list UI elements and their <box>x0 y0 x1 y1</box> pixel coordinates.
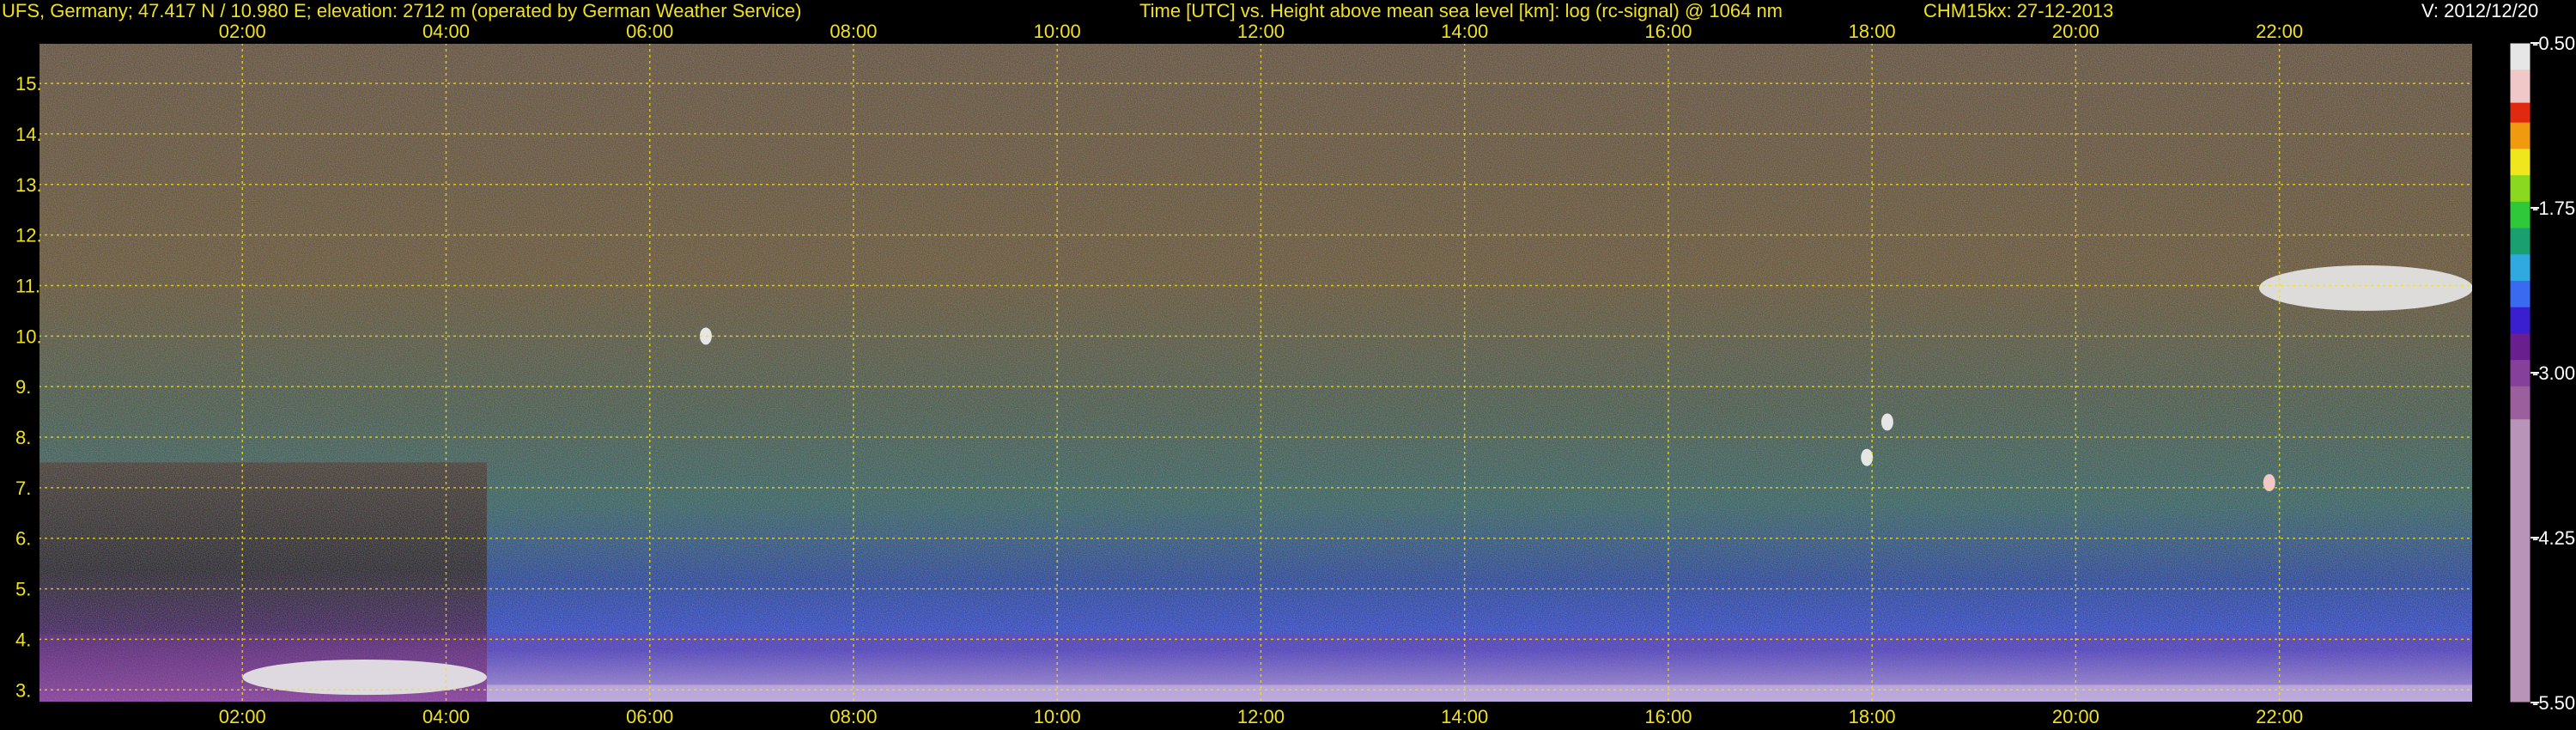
colorbar-segment <box>2510 386 2530 420</box>
colorbar-segment <box>2510 452 2530 703</box>
x-tick-label-top: 04:00 <box>422 21 470 42</box>
colorbar-tick-label: -0.50 <box>2532 33 2575 54</box>
y-tick-label: 12. <box>15 225 42 246</box>
colorbar-tick-label: -1.75 <box>2532 198 2575 219</box>
signal-noise <box>39 43 2473 703</box>
colorbar-segment <box>2510 332 2530 361</box>
x-tick-label-bottom: 04:00 <box>422 706 470 727</box>
colorbar-segment <box>2510 253 2530 281</box>
colorbar-tick-label: -3.00 <box>2532 362 2575 384</box>
x-tick-label-top: 10:00 <box>1034 21 1081 42</box>
x-tick-label-bottom: 14:00 <box>1441 706 1488 727</box>
x-tick-label-bottom: 08:00 <box>829 706 877 727</box>
y-tick-label: 9. <box>15 376 31 398</box>
colorbar-tick-label: -4.25 <box>2532 527 2575 549</box>
x-tick-label-bottom: 10:00 <box>1034 706 1081 727</box>
x-tick-label-bottom: 18:00 <box>1849 706 1896 727</box>
colorbar-tick-label: -5.50 <box>2532 692 2575 714</box>
x-tick-label-bottom: 06:00 <box>626 706 673 727</box>
y-tick-label: 8. <box>15 427 31 448</box>
feature-cloud <box>1880 413 1893 431</box>
x-tick-label-top: 16:00 <box>1644 21 1692 42</box>
colorbar: -0.50 -1.75 -3.00 -4.25 -5.50 <box>2509 33 2575 714</box>
y-tick-label: 5. <box>15 579 31 600</box>
y-tick-label: 11. <box>15 275 40 296</box>
x-tick-label-bottom: 12:00 <box>1237 706 1285 727</box>
y-tick-label: 4. <box>15 629 31 650</box>
colorbar-segment <box>2510 122 2530 149</box>
y-tick-label: 15. <box>15 73 42 94</box>
y-tick-label: 13. <box>15 174 42 196</box>
x-tick-label-top: 22:00 <box>2256 21 2303 42</box>
x-tick-label-top: 18:00 <box>1849 21 1896 42</box>
colorbar-segment <box>2510 201 2530 228</box>
y-tick-label: 10. <box>15 325 42 347</box>
x-tick-label-top: 20:00 <box>2052 21 2099 42</box>
x-tick-label-bottom: 22:00 <box>2256 706 2303 727</box>
x-tick-label-top: 12:00 <box>1237 21 1285 42</box>
colorbar-segment <box>2510 43 2530 70</box>
colorbar-segment <box>2510 418 2530 453</box>
x-tick-label-bottom: 02:00 <box>219 706 266 727</box>
colorbar-segment <box>2510 148 2530 176</box>
feature-cloud <box>2258 265 2473 311</box>
x-tick-label-top: 02:00 <box>219 21 266 42</box>
feature-cloud <box>1861 448 1874 466</box>
colorbar-segment <box>2510 280 2530 307</box>
y-tick-label: 6. <box>15 528 31 550</box>
x-tick-label-top: 14:00 <box>1441 21 1488 42</box>
y-tick-label: 14. <box>15 124 42 145</box>
x-tick-label-bottom: 16:00 <box>1644 706 1692 727</box>
colorbar-segment <box>2510 69 2530 103</box>
colorbar-segment <box>2510 307 2530 334</box>
ceilometer-chart: 02:00 02:00 04:00 04:00 06:00 06:00 08:00 08:00… <box>15 21 2575 727</box>
x-tick-label-top: 08:00 <box>829 21 877 42</box>
x-tick-label-top: 06:00 <box>626 21 673 42</box>
y-tick-label: 3. <box>15 679 31 701</box>
feature-cloud <box>2263 474 2275 491</box>
colorbar-segment <box>2510 228 2530 255</box>
plot-background <box>39 43 2473 703</box>
colorbar-segment <box>2510 102 2530 123</box>
colorbar-segment <box>2510 174 2530 202</box>
colorbar-segment <box>2510 359 2530 386</box>
y-tick-label: 7. <box>15 478 31 499</box>
x-tick-label-bottom: 20:00 <box>2052 706 2099 727</box>
